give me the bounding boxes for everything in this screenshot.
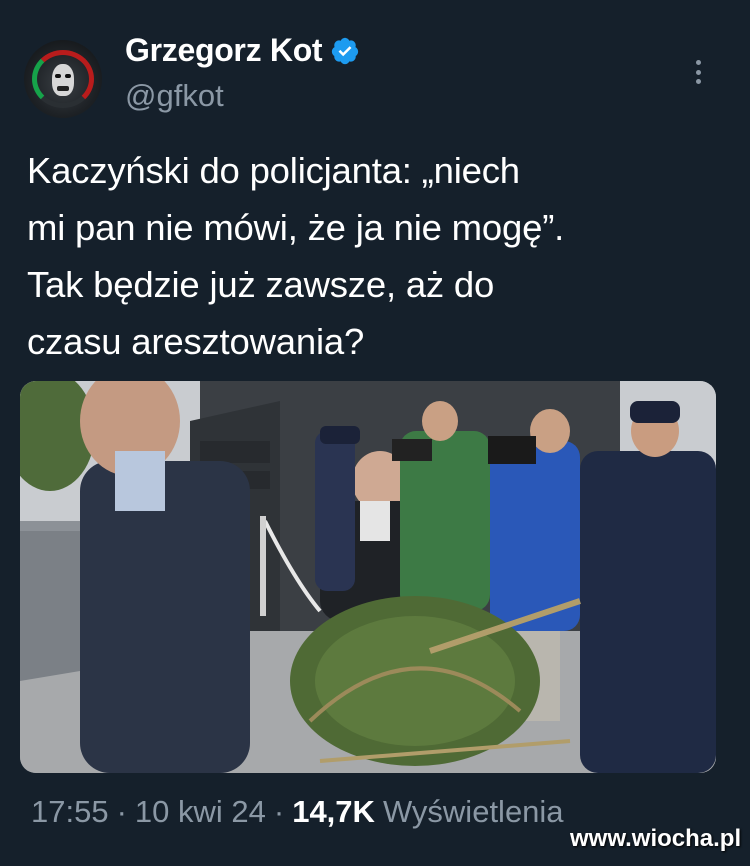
photo-illustration — [20, 381, 716, 773]
avatar[interactable] — [24, 40, 102, 118]
author-handle[interactable]: @gfkot — [125, 78, 224, 114]
author-name-row: Grzegorz Kot — [125, 32, 360, 69]
author-display-name[interactable]: Grzegorz Kot — [125, 32, 323, 69]
avatar-eye-left — [55, 74, 61, 78]
tweet-date[interactable]: 10 kwi 24 — [135, 794, 266, 830]
tweet-card: Grzegorz Kot @gfkot Kaczyński do policja… — [0, 0, 750, 866]
views-count: 14,7K — [292, 794, 375, 829]
verified-badge-icon — [332, 37, 359, 64]
more-options-icon[interactable] — [688, 56, 708, 88]
views-label[interactable]: Wyświetlenia — [383, 794, 564, 830]
tweet-photo[interactable] — [20, 381, 716, 773]
tweet-time[interactable]: 17:55 — [31, 794, 109, 830]
watermark: www.wiocha.pl — [570, 825, 742, 852]
avatar-mouth — [57, 86, 69, 91]
tweet-text: Kaczyński do policjanta: „niech mi pan n… — [27, 150, 565, 362]
meta-separator: · — [273, 794, 285, 829]
meta-separator: · — [116, 794, 127, 829]
tweet-meta: 17:55 · 10 kwi 24 · 14,7K Wyświetlenia — [31, 794, 564, 830]
avatar-face — [52, 64, 74, 96]
avatar-eye-right — [65, 74, 71, 78]
